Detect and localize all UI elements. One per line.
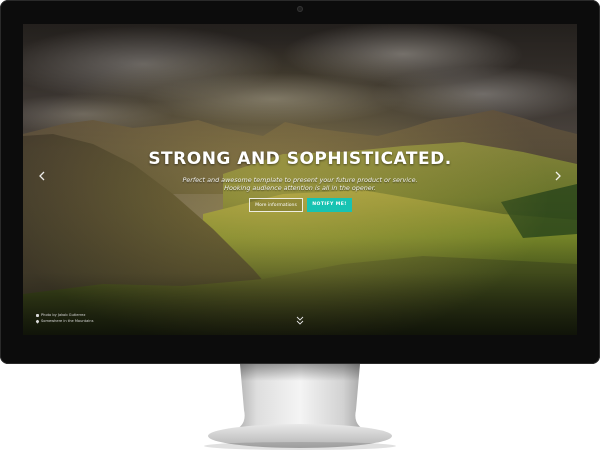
location-pin-icon: [35, 318, 40, 324]
hero-subtitle: Perfect and awesome template to present …: [23, 176, 577, 193]
camera-icon: [36, 313, 39, 317]
credit-location-row: Somewhere in the Mountains: [35, 318, 94, 324]
monitor-mockup: STRONG AND SOPHISTICATED. Perfect and aw…: [0, 0, 600, 458]
photo-credits: Photo by Jakob Gutierrez Somewhere in th…: [35, 312, 94, 324]
scroll-down-button[interactable]: [295, 312, 305, 325]
credit-location-text: Somewhere in the Mountains: [41, 319, 94, 323]
hero-subtitle-line-2: Hooking audience attention is all in the…: [224, 184, 376, 193]
notify-me-button[interactable]: NOTIFY ME!: [307, 198, 352, 212]
monitor-screen: STRONG AND SOPHISTICATED. Perfect and aw…: [23, 24, 577, 335]
hero-title: STRONG AND SOPHISTICATED.: [148, 149, 452, 169]
double-chevron-down-icon: [296, 316, 304, 325]
camera-icon: [297, 6, 303, 12]
more-informations-button[interactable]: More informations: [249, 198, 303, 212]
